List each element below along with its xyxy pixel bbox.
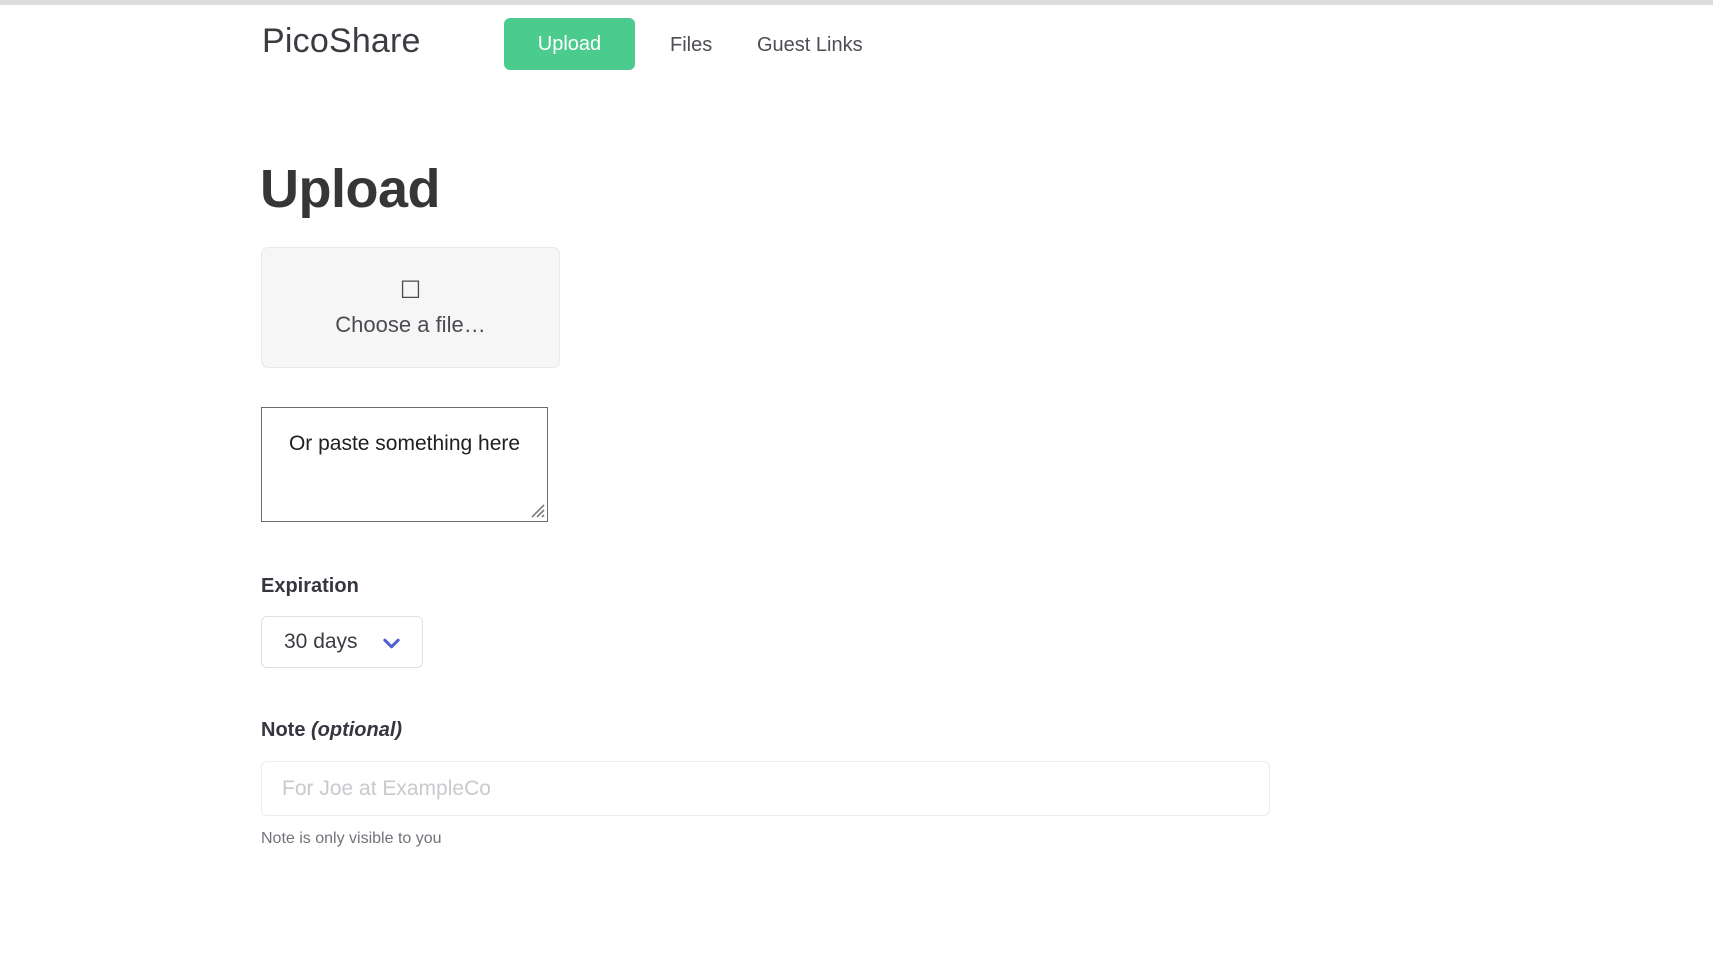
file-picker-label: Choose a file… <box>335 311 486 337</box>
expiration-select[interactable]: 30 days <box>261 616 423 668</box>
note-label-text: Note <box>261 719 311 741</box>
nav-tab-files-label: Files <box>670 34 713 56</box>
file-picker-dropzone[interactable]: ☐ Choose a file… <box>261 247 560 368</box>
page-title: Upload <box>260 159 441 219</box>
chevron-down-icon <box>383 638 400 649</box>
nav-tab-upload-label: Upload <box>537 32 602 55</box>
nav-tab-files[interactable]: Files <box>670 34 712 57</box>
nav-tab-upload[interactable]: Upload <box>504 18 635 70</box>
brand-logo[interactable]: PicoShare <box>262 22 421 61</box>
note-optional-text: (optional) <box>311 719 403 741</box>
nav-tab-guest-links-label: Guest Links <box>757 34 863 56</box>
paste-textarea[interactable] <box>261 407 548 522</box>
navbar: PicoShare Upload Files Guest Links <box>0 5 1713 85</box>
note-help-text: Note is only visible to you <box>261 830 442 847</box>
nav-tab-guest-links[interactable]: Guest Links <box>757 34 863 57</box>
expiration-selected-value: 30 days <box>284 630 358 653</box>
expiration-label: Expiration <box>261 575 359 597</box>
note-input[interactable] <box>261 761 1270 816</box>
note-label: Note (optional) <box>261 719 402 742</box>
upload-icon: ☐ <box>399 275 422 304</box>
